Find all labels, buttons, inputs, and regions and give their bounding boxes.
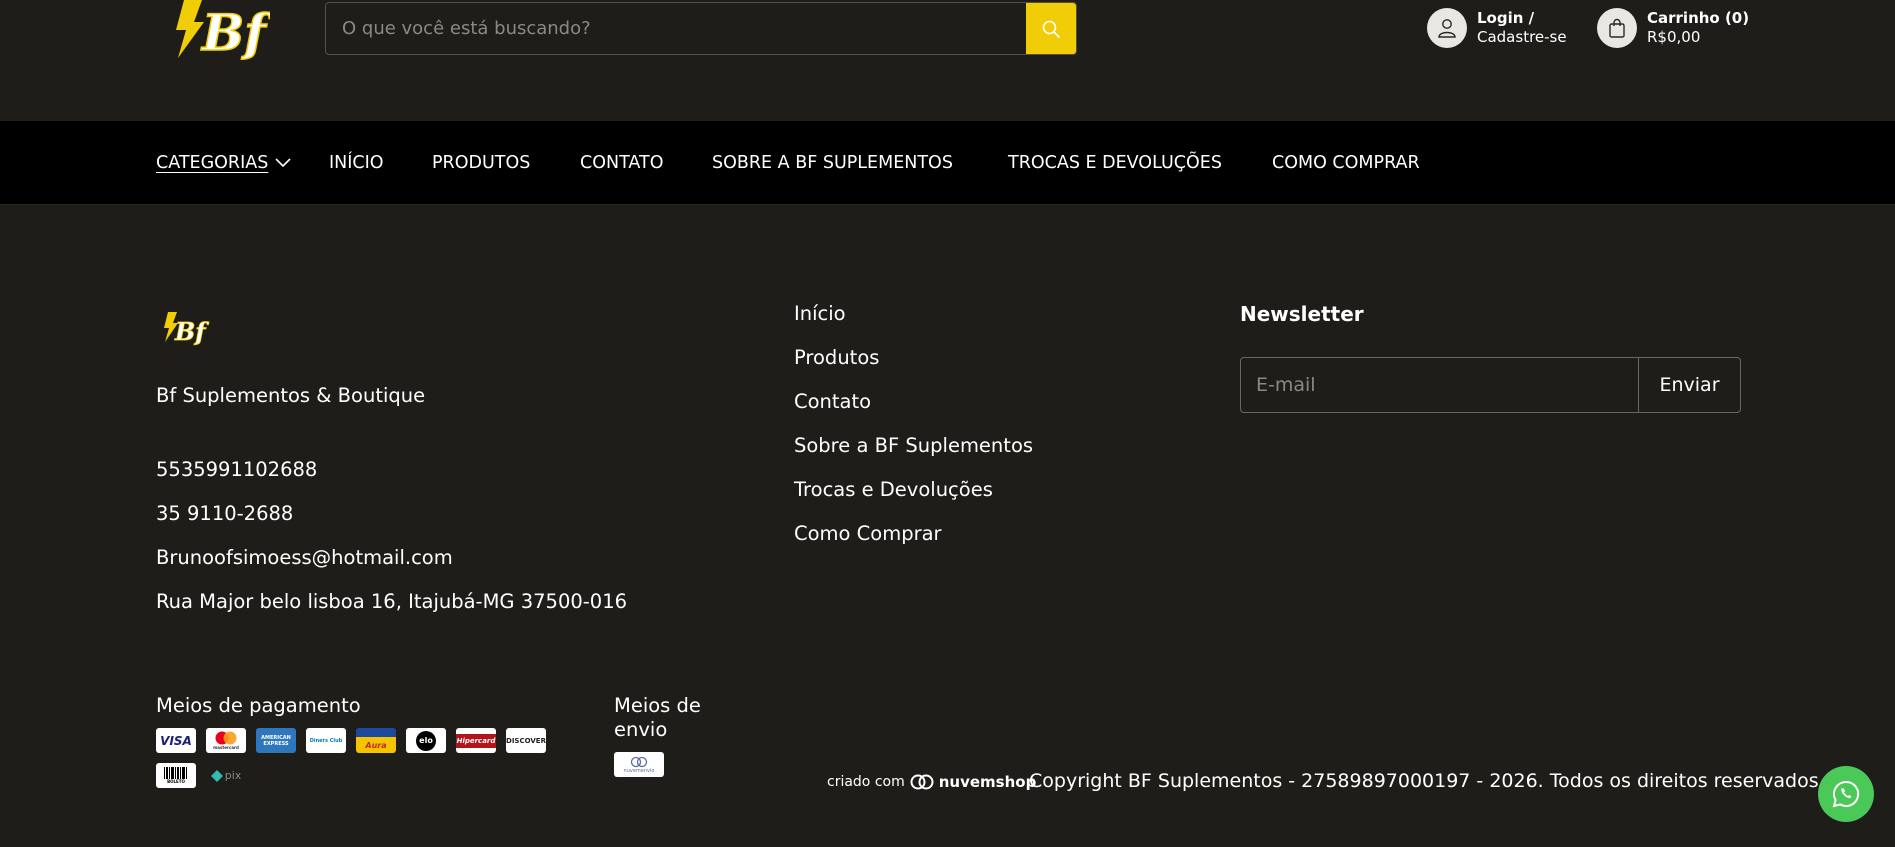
cart-total: R$0,00 xyxy=(1647,28,1701,46)
login-text: Login / Cadastre-se xyxy=(1477,9,1567,47)
phone[interactable]: 35 9110-2688 xyxy=(156,502,293,525)
newsletter-form: Enviar xyxy=(1240,357,1741,413)
nuvemshop-logo-icon xyxy=(910,774,934,790)
footer-link-trocas[interactable]: Trocas e Devoluções xyxy=(794,478,993,501)
criado-com-text: criado com xyxy=(827,774,905,790)
visa-icon: VISA xyxy=(156,728,196,753)
shipping-methods-label: Meios de envio xyxy=(614,694,701,741)
pix-icon: pix xyxy=(206,763,246,788)
search-button[interactable] xyxy=(1026,3,1076,54)
amex-icon: AMERICAN EXPRESS xyxy=(256,728,296,753)
footer-link-sobre[interactable]: Sobre a BF Suplementos xyxy=(794,434,1033,457)
register-label[interactable]: Cadastre-se xyxy=(1477,28,1567,47)
header: Bf Login / Cadastre-se xyxy=(0,0,1895,121)
copyright-text: Copyright BF Suplementos - 2758989700019… xyxy=(1029,770,1825,792)
user-icon xyxy=(1427,8,1467,48)
nuvemshop-credit[interactable]: criado com nuvemshop xyxy=(827,772,1036,792)
login-label[interactable]: Login / xyxy=(1477,9,1567,28)
footer-link-como-comprar[interactable]: Como Comprar xyxy=(794,522,942,545)
nav-item-como-comprar[interactable]: COMO COMPRAR xyxy=(1272,121,1420,205)
svg-text:Bf: Bf xyxy=(174,317,209,346)
nav-item-categorias[interactable]: CATEGORIAS xyxy=(156,121,292,205)
nav-item-contato[interactable]: CONTATO xyxy=(580,121,664,205)
hipercard-icon: Hipercard xyxy=(456,728,496,753)
elo-icon: elo xyxy=(406,728,446,753)
store-logo[interactable]: Bf xyxy=(170,0,274,63)
whatsapp-icon xyxy=(1832,780,1860,808)
cart-link[interactable]: Carrinho (0) R$0,00 xyxy=(1597,8,1749,48)
cart-count: Carrinho (0) xyxy=(1647,9,1750,27)
payment-methods-label: Meios de pagamento xyxy=(156,694,361,717)
nav-item-inicio[interactable]: INÍCIO xyxy=(329,121,384,205)
search-input[interactable] xyxy=(326,3,1026,54)
address: Rua Major belo lisboa 16, Itajubá-MG 375… xyxy=(156,590,628,613)
diners-icon: Diners Club xyxy=(306,728,346,753)
mastercard-icon: mastercard xyxy=(206,728,246,753)
nav-item-produtos[interactable]: PRODUTOS xyxy=(432,121,530,205)
newsletter-title: Newsletter xyxy=(1240,302,1364,326)
bolt-logo-icon: Bf xyxy=(164,312,210,346)
svg-text:Bf: Bf xyxy=(200,3,270,62)
discover-icon: DISCOVER xyxy=(506,728,546,753)
chevron-down-icon xyxy=(275,158,291,168)
newsletter-submit-button[interactable]: Enviar xyxy=(1638,358,1740,412)
search-bar xyxy=(325,2,1077,55)
store-name: Bf Suplementos & Boutique xyxy=(156,384,426,407)
whatsapp-button[interactable] xyxy=(1818,766,1874,822)
bolt-logo-icon: Bf xyxy=(176,0,274,63)
nav-item-trocas[interactable]: TROCAS E DEVOLUÇÕES xyxy=(1008,121,1222,205)
shopping-bag-icon xyxy=(1597,8,1637,48)
phone-whatsapp[interactable]: 5535991102688 xyxy=(156,458,317,481)
search-icon xyxy=(1042,20,1060,38)
nuvemshop-brand: nuvemshop xyxy=(938,773,1037,791)
nav-item-sobre[interactable]: SOBRE A BF SUPLEMENTOS xyxy=(712,121,953,205)
footer-link-inicio[interactable]: Início xyxy=(794,302,846,325)
footer-link-produtos[interactable]: Produtos xyxy=(794,346,879,369)
footer-link-contato[interactable]: Contato xyxy=(794,390,871,413)
boleto-icon: BOLETO xyxy=(156,763,196,788)
login-link[interactable]: Login / Cadastre-se xyxy=(1427,8,1567,48)
main-navigation: CATEGORIAS INÍCIO PRODUTOS CONTATO SOBRE… xyxy=(0,121,1895,205)
footer-logo[interactable]: Bf xyxy=(160,308,210,348)
nav-item-label: CATEGORIAS xyxy=(156,153,269,173)
newsletter-email-input[interactable] xyxy=(1241,358,1638,412)
cart-text: Carrinho (0) R$0,00 xyxy=(1647,9,1749,47)
nuvemenvio-icon: nuvemenvio xyxy=(614,752,664,777)
aura-icon: Aura xyxy=(356,728,396,753)
email-link[interactable]: Brunoofsimoess@hotmail.com xyxy=(156,546,453,569)
